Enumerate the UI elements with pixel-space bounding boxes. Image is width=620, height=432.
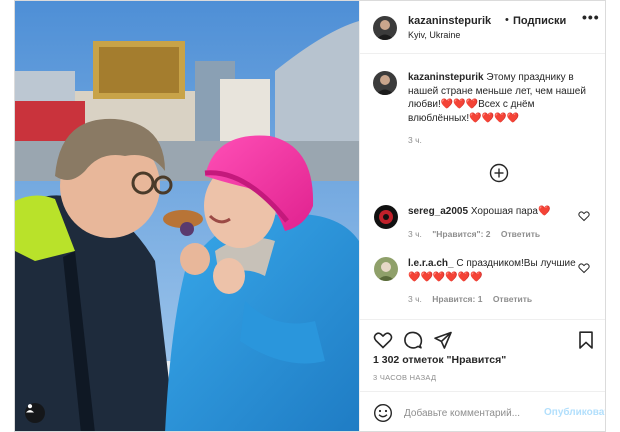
author-username[interactable]: kazaninstepurik [408, 15, 491, 27]
comment-meta: 3 ч. Нравится: 1 Ответить [408, 294, 540, 304]
comment-text: Хорошая пара❤️ [470, 206, 551, 217]
comment-meta: 3 ч. "Нравится": 2 Ответить [408, 229, 548, 239]
paper-plane-icon[interactable] [433, 330, 453, 350]
person-tag-icon [26, 404, 34, 413]
post-sidebar: kazaninstepurik • Подписки Kyiv, Ukraine… [359, 1, 605, 431]
publish-button[interactable]: Опубликовать [544, 407, 605, 418]
post-location[interactable]: Kyiv, Ukraine [408, 30, 460, 40]
comment-time: 3 ч. [408, 229, 422, 239]
smiley-icon[interactable] [373, 403, 393, 423]
commenter-avatar[interactable] [374, 257, 398, 281]
comment-like-heart-icon[interactable] [578, 210, 590, 222]
heart-icon[interactable] [373, 330, 393, 350]
post-caption: kazaninstepurik Этому празднику в нашей … [408, 71, 598, 125]
comment-time: 3 ч. [408, 294, 422, 304]
comment-like-heart-icon[interactable] [578, 262, 590, 274]
post-photo[interactable] [15, 1, 359, 431]
post-header: kazaninstepurik • Подписки Kyiv, Ukraine… [360, 1, 605, 54]
tagged-people-button[interactable] [25, 403, 45, 423]
reply-button[interactable]: Ответить [501, 229, 540, 239]
post-actions [360, 319, 605, 359]
following-button[interactable]: Подписки [513, 15, 566, 27]
header-separator: • [505, 14, 509, 26]
more-options-button[interactable]: ••• [582, 9, 600, 25]
caption-avatar[interactable] [373, 71, 397, 95]
caption-avatar-image [373, 71, 397, 95]
load-more-comments-button[interactable] [489, 163, 509, 183]
plus-circle-icon [489, 163, 509, 183]
bookmark-icon[interactable] [576, 330, 596, 350]
speech-bubble-icon[interactable] [403, 330, 423, 350]
commenter-avatar-image [374, 205, 398, 229]
comment-username[interactable]: l.e.r.a.ch_ [408, 258, 454, 269]
caption-time: 3 ч. [408, 135, 422, 145]
likes-count[interactable]: 1 302 отметок "Нравится" [373, 354, 506, 366]
caption-username[interactable]: kazaninstepurik [408, 72, 484, 83]
comment-body: l.e.r.a.ch_ С праздником!Вы лучшие❤️❤️❤️… [408, 257, 584, 284]
comment-likes[interactable]: Нравится: 1 [432, 294, 482, 304]
comment-body: sereg_a2005 Хорошая пара❤️ [408, 205, 584, 219]
photo-illustration [15, 1, 359, 431]
instagram-post-modal: kazaninstepurik • Подписки Kyiv, Ukraine… [14, 0, 606, 432]
commenter-avatar[interactable] [374, 205, 398, 229]
reply-button[interactable]: Ответить [493, 294, 532, 304]
commenter-avatar-image [374, 257, 398, 281]
post-timestamp: 3 ЧАСОВ НАЗАД [373, 373, 437, 382]
comment-input[interactable] [404, 405, 544, 421]
author-avatar-image [373, 16, 397, 40]
author-avatar[interactable] [373, 16, 397, 40]
comment-likes[interactable]: "Нравится": 2 [432, 229, 490, 239]
add-comment-bar: Опубликовать [360, 391, 605, 431]
comment-username[interactable]: sereg_a2005 [408, 206, 468, 217]
